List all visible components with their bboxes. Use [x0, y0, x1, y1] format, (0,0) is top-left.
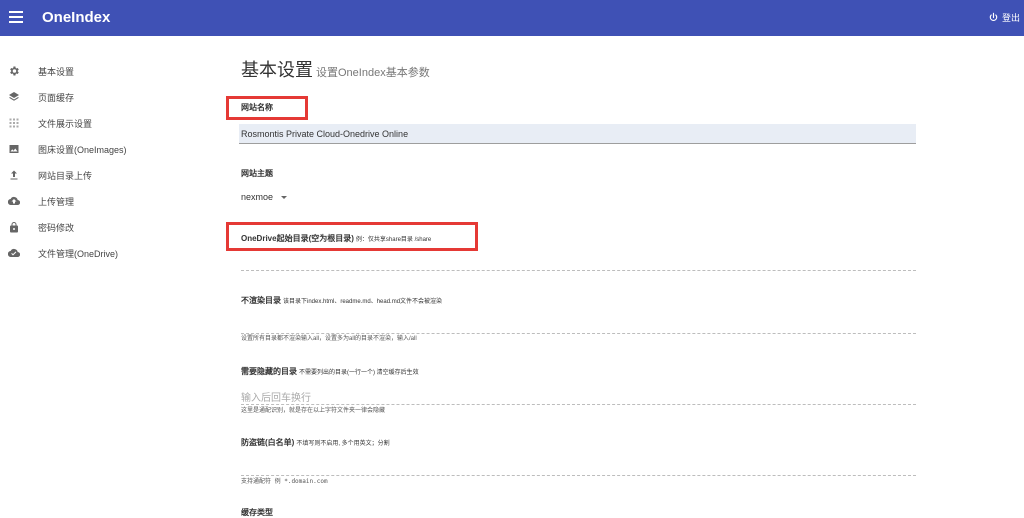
sidebar-item-dir-upload[interactable]: 网站目录上传 [0, 162, 200, 188]
sidebar-item-label: 网站目录上传 [38, 170, 93, 181]
no-render-note: 该目录下index.html、readme.md、head.md文件不会被渲染 [283, 299, 443, 305]
hotlink-note: 不填写则不启用, 多个用英文；分割 [296, 441, 390, 447]
theme-select-value: nexmoe [241, 192, 274, 202]
highlight-box [226, 96, 308, 120]
sidebar-item-image-hosting[interactable]: 图床设置(OneImages) [0, 136, 200, 162]
sidebar-item-label: 页面缓存 [38, 92, 75, 103]
sidebar-item-label: 密码修改 [38, 222, 75, 233]
hidden-dirs-hint: 这里是通配识别，就是存在以上字符文件夹一律会隐藏 [241, 408, 386, 414]
hotlink-hint: 支持通配符 例 *.domain.com [241, 478, 328, 485]
sidebar-item-label: 文件管理(OneDrive) [38, 248, 119, 259]
sidebar-item-password[interactable]: 密码修改 [0, 214, 200, 240]
page-subtitle: 设置OneIndex基本参数 [316, 67, 430, 79]
hidden-dirs-label: 需要隐藏的目录 不需要列出的目录(一行一个) 清空缓存后生效 [241, 366, 419, 377]
sidebar-item-basic-settings[interactable]: 基本设置 [0, 58, 200, 84]
sidebar-item-label: 上传管理 [38, 196, 75, 207]
highlight-box [226, 222, 478, 251]
no-render-hint: 设置所有目录都不渲染输入all，设置多为all的目录不渲染，输入/all [241, 336, 417, 342]
power-icon [989, 12, 998, 21]
sidebar: 基本设置 页面缓存 文件展示设置 图床设置(OneImages) 网站目录上传 … [0, 58, 200, 266]
menu-icon[interactable] [9, 11, 23, 23]
hotlink-label: 防盗链(白名单) 不填写则不启用, 多个用英文；分割 [241, 437, 390, 448]
sidebar-item-file-manage[interactable]: 文件管理(OneDrive) [0, 240, 200, 266]
site-name-input[interactable]: Rosmontis Private Cloud-Onedrive Online [239, 124, 916, 144]
hidden-dirs-placeholder[interactable]: 输入后回车换行 [241, 389, 311, 404]
page-title-text: 基本设置 [241, 60, 313, 80]
sidebar-item-label: 基本设置 [38, 66, 75, 77]
upload-icon [8, 169, 20, 181]
root-dir-input[interactable] [241, 270, 916, 271]
app-title[interactable]: OneIndex [42, 9, 110, 26]
sidebar-item-page-cache[interactable]: 页面缓存 [0, 84, 200, 110]
theme-select[interactable]: nexmoe [241, 192, 288, 202]
cache-type-label: 缓存类型 [241, 508, 273, 517]
theme-label: 网站主题 [241, 169, 273, 178]
sidebar-item-upload-manage[interactable]: 上传管理 [0, 188, 200, 214]
image-icon [8, 143, 20, 155]
sidebar-item-label: 图床设置(OneImages) [38, 144, 127, 155]
sidebar-item-file-display[interactable]: 文件展示设置 [0, 110, 200, 136]
hotlink-label-text: 防盗链(白名单) [241, 438, 295, 447]
logout-label: 登出 [1001, 13, 1020, 23]
logout-button[interactable]: 登出 [988, 11, 1020, 24]
cloud-done-icon [8, 247, 20, 259]
lock-icon [8, 221, 20, 233]
caret-down-icon [281, 195, 288, 199]
settings-form: 基本设置 设置OneIndex基本参数 网站名称 Rosmontis Privat… [239, 0, 917, 517]
page-title: 基本设置 设置OneIndex基本参数 [241, 56, 430, 82]
hidden-dirs-note: 不需要列出的目录(一行一个) 清空缓存后生效 [299, 370, 419, 376]
no-render-label-text: 不渲染目录 [241, 296, 281, 305]
grid-icon [8, 117, 20, 129]
sidebar-item-label: 文件展示设置 [38, 118, 93, 129]
hidden-dirs-label-text: 需要隐藏的目录 [241, 367, 297, 376]
layers-icon [8, 91, 20, 103]
gear-icon [8, 65, 20, 77]
hotlink-input[interactable] [241, 475, 916, 476]
no-render-label: 不渲染目录 该目录下index.html、readme.md、head.md文件不… [241, 295, 442, 306]
cloud-upload-icon [8, 195, 20, 207]
